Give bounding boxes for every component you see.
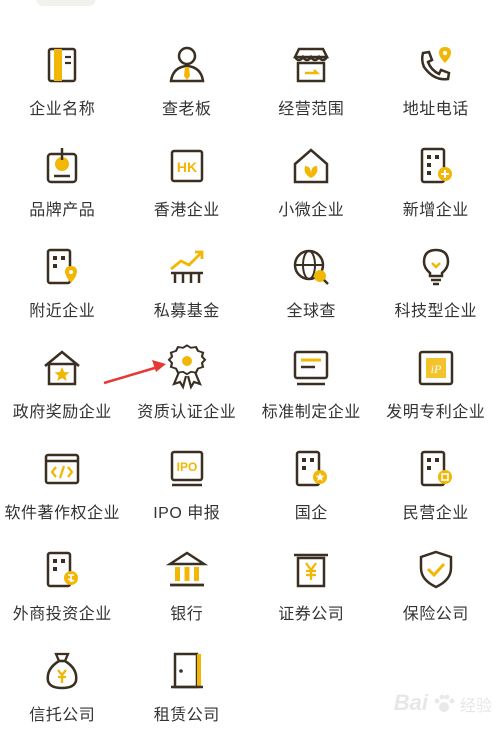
grid-item-label: 品牌产品 (29, 201, 95, 221)
building-plus-icon (411, 141, 461, 191)
paw-icon (432, 692, 456, 716)
grid-item-label: 标准制定企业 (262, 403, 361, 423)
ipo-badge-icon: IPO (162, 444, 212, 494)
grid-item-new-companies[interactable]: 新增企业 (374, 127, 498, 228)
grid-item-label: 租赁公司 (154, 706, 220, 726)
grid-item-label: 地址电话 (403, 100, 469, 120)
top-pill (36, 0, 96, 6)
grid-item-hongkong-companies[interactable]: HK 香港企业 (125, 127, 250, 228)
growth-chart-icon (162, 242, 212, 292)
grid-item-small-micro[interactable]: 小微企业 (249, 127, 374, 228)
brand-product-icon (37, 141, 87, 191)
svg-text:HK: HK (177, 159, 197, 175)
grid-item-label: 证券公司 (278, 605, 344, 625)
grid-item-private-funds[interactable]: 私募基金 (125, 228, 250, 329)
watermark-logo: Bai (394, 690, 428, 716)
grid-item-securities[interactable]: 证券公司 (249, 531, 374, 632)
grid-item-brand-products[interactable]: 品牌产品 (0, 127, 125, 228)
grid-item-label: 民营企业 (403, 504, 469, 524)
grid-item-label: 全球查 (286, 302, 336, 322)
grid-item-address-phone[interactable]: 地址电话 (374, 26, 498, 127)
grid-item-label: 国企 (295, 504, 328, 524)
grid-item-ipo[interactable]: IPO IPO 申报 (125, 430, 250, 531)
grid-item-gov-awarded[interactable]: 政府奖励企业 (0, 329, 125, 430)
grid-item-label: 保险公司 (403, 605, 469, 625)
watermark-sub: 经验 (460, 692, 492, 716)
grid-item-label: 附近企业 (29, 302, 95, 322)
grid-item-business-scope[interactable]: 经营范围 (249, 26, 374, 127)
shield-check-icon (411, 545, 461, 595)
grid-item-label: 政府奖励企业 (13, 403, 112, 423)
building-card-icon (37, 40, 87, 90)
grid-item-label: 外商投资企业 (13, 605, 112, 625)
lightbulb-icon (411, 242, 461, 292)
patent-doc-icon: iP (411, 343, 461, 393)
grid-item-global-search[interactable]: 全球查 (249, 228, 374, 329)
grid-item-foreign-investment[interactable]: 外商投资企业 (0, 531, 125, 632)
code-window-icon (37, 444, 87, 494)
grid-item-label: 查老板 (162, 100, 212, 120)
grid-item-label: 经营范围 (278, 100, 344, 120)
grid-item-private-enterprise[interactable]: 民营企业 (374, 430, 498, 531)
home-leaf-icon (286, 141, 336, 191)
building-foreign-icon (37, 545, 87, 595)
grid-item-company-name[interactable]: 企业名称 (0, 26, 125, 127)
monitor-doc-icon (286, 343, 336, 393)
grid-item-label: 新增企业 (403, 201, 469, 221)
person-tie-icon (162, 40, 212, 90)
hk-badge-icon: HK (162, 141, 212, 191)
building-star-icon (286, 444, 336, 494)
grid-item-leasing[interactable]: 租赁公司 (125, 632, 250, 733)
storefront-icon (286, 40, 336, 90)
grid-item-state-owned[interactable]: 国企 (249, 430, 374, 531)
grid-item-find-boss[interactable]: 查老板 (125, 26, 250, 127)
building-private-icon (411, 444, 461, 494)
grid-item-software-copyright[interactable]: 软件著作权企业 (0, 430, 125, 531)
grid-item-label: IPO 申报 (153, 504, 220, 524)
bank-icon (162, 545, 212, 595)
grid-item-label: 科技型企业 (394, 302, 477, 322)
grid-item-label: 软件著作权企业 (4, 504, 120, 524)
svg-text:IPO: IPO (176, 460, 197, 474)
yen-board-icon (286, 545, 336, 595)
grid-item-trust[interactable]: 信托公司 (0, 632, 125, 733)
building-pin-icon (37, 242, 87, 292)
grid-item-label: 信托公司 (29, 706, 95, 726)
globe-search-icon (286, 242, 336, 292)
grid-item-label: 企业名称 (29, 100, 95, 120)
grid-item-standard-setting[interactable]: 标准制定企业 (249, 329, 374, 430)
grid-item-label: 银行 (170, 605, 203, 625)
money-bag-icon (37, 646, 87, 696)
svg-text:iP: iP (430, 362, 441, 376)
grid-item-label: 发明专利企业 (386, 403, 485, 423)
grid-item-label: 小微企业 (278, 201, 344, 221)
door-icon (162, 646, 212, 696)
award-ribbon-icon (162, 343, 212, 393)
top-bar (0, 0, 498, 14)
grid-item-label: 香港企业 (154, 201, 220, 221)
grid-item-patent[interactable]: iP 发明专利企业 (374, 329, 498, 430)
feature-grid: 企业名称 查老板 经营范围 地址电话 品牌产品 HK 香港企业 小微企 (0, 26, 498, 733)
phone-location-icon (411, 40, 461, 90)
grid-item-tech-companies[interactable]: 科技型企业 (374, 228, 498, 329)
grid-item-certified[interactable]: 资质认证企业 (125, 329, 250, 430)
grid-item-nearby-companies[interactable]: 附近企业 (0, 228, 125, 329)
grid-item-label: 私募基金 (154, 302, 220, 322)
grid-item-label: 资质认证企业 (137, 403, 236, 423)
grid-item-bank[interactable]: 银行 (125, 531, 250, 632)
watermark: Bai 经验 (394, 690, 492, 716)
grid-item-insurance[interactable]: 保险公司 (374, 531, 498, 632)
home-star-icon (37, 343, 87, 393)
